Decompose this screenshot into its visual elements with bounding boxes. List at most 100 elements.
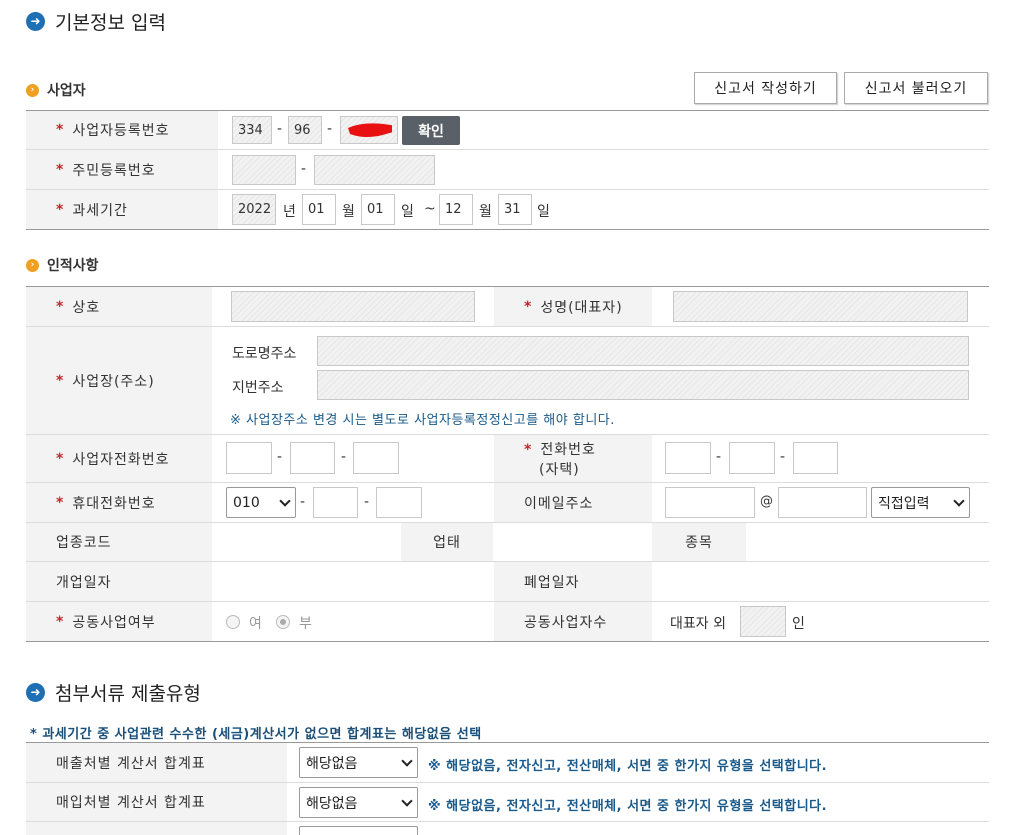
- dash: -: [716, 449, 722, 465]
- road-address-input[interactable]: [317, 336, 969, 366]
- required-mark: *: [56, 122, 65, 138]
- tax-period-label-text: 과세기간: [72, 202, 128, 219]
- sales-summary-value: 해당없음: [306, 755, 358, 772]
- arrow-right-icon: ➜: [26, 12, 45, 31]
- home-phone-label-text2: (자택): [539, 461, 580, 478]
- email-domain-input[interactable]: [778, 487, 867, 518]
- address-notice: ※ 사업장주소 변경 시는 별도로 사업자등록정정신고를 해야 합니다.: [230, 413, 615, 428]
- resident-no-part1[interactable]: [232, 155, 296, 185]
- day-unit: 일: [401, 204, 414, 220]
- biz-phone-part3[interactable]: [353, 442, 399, 474]
- required-mark: *: [524, 298, 533, 315]
- table-bottom-line: [26, 641, 989, 642]
- bullet-icon: ›: [26, 83, 39, 97]
- industry-code-label: 업종코드: [26, 523, 212, 561]
- joint-no-label: 부: [299, 616, 312, 632]
- confirm-button[interactable]: 확인: [402, 116, 460, 145]
- start-month-input[interactable]: 01: [302, 194, 336, 225]
- joint-count-label: 공동사업자수: [494, 602, 652, 641]
- required-mark: *: [56, 494, 65, 511]
- reg-no-part1[interactable]: 334: [232, 116, 272, 144]
- road-address-label: 도로명주소: [232, 346, 297, 362]
- email-id-input[interactable]: [665, 487, 755, 518]
- home-phone-part1[interactable]: [665, 442, 711, 474]
- dash: -: [364, 494, 370, 510]
- sales-summary-hint: ※ 해당없음, 전자신고, 전산매체, 서면 중 한가지 유형을 선택합니다.: [428, 759, 828, 774]
- email-label: 이메일주소: [494, 483, 652, 522]
- next-row-select[interactable]: [299, 826, 418, 835]
- section-attach: ➜ 첨부서류 제출유형: [26, 679, 201, 706]
- required-mark: *: [56, 450, 65, 467]
- biz-phone-label-text: 사업자전화번호: [72, 451, 170, 468]
- person-unit: 인: [792, 616, 805, 632]
- joint-yes-radio[interactable]: [226, 615, 240, 629]
- page-title: ➜ 기본정보 입력: [26, 8, 166, 35]
- mobile-part2[interactable]: [313, 487, 358, 518]
- dash: -: [277, 449, 283, 465]
- next-row-label: [26, 822, 287, 835]
- write-report-button[interactable]: 신고서 작성하기: [694, 72, 837, 104]
- rep-name-label-text: 성명(대표자): [540, 299, 623, 316]
- start-day-input[interactable]: 01: [361, 194, 395, 225]
- home-phone-part2[interactable]: [729, 442, 775, 474]
- chevron-down-icon: [953, 494, 965, 507]
- biz-type-label: 업태: [401, 523, 493, 561]
- company-name-label: * 상호: [26, 287, 212, 326]
- joint-count-input[interactable]: [740, 606, 786, 637]
- mobile-label: * 휴대전화번호: [26, 483, 212, 522]
- email-domain-select[interactable]: 직접입력: [871, 487, 970, 518]
- end-day-input[interactable]: 31: [498, 194, 532, 225]
- joint-business-label-text: 공동사업여부: [72, 614, 156, 631]
- at-sign: @: [760, 494, 773, 509]
- biz-phone-part2[interactable]: [290, 442, 335, 474]
- section-business-title: 사업자: [47, 83, 86, 99]
- purchase-summary-value: 해당없음: [306, 795, 358, 812]
- dash: -: [301, 161, 307, 177]
- redaction-scribble: [348, 123, 392, 137]
- reg-no-label-text: 사업자등록번호: [72, 123, 170, 139]
- reg-no-part2[interactable]: 96: [288, 116, 322, 144]
- home-phone-label-text1: 전화번호: [540, 441, 596, 458]
- sales-summary-select[interactable]: 해당없음: [299, 747, 418, 778]
- joint-no-radio[interactable]: [276, 615, 290, 629]
- home-phone-label: * 전화번호 (자택): [494, 435, 652, 482]
- required-mark: *: [56, 372, 65, 389]
- home-phone-part3[interactable]: [793, 442, 838, 474]
- address-label: * 사업장(주소): [26, 327, 212, 434]
- resident-no-label-text: 주민등록번호: [72, 162, 156, 179]
- section-business: › 사업자: [26, 80, 86, 100]
- load-report-button[interactable]: 신고서 불러오기: [844, 72, 988, 104]
- item-label: 종목: [652, 523, 746, 561]
- dash: -: [300, 494, 306, 510]
- lot-address-input[interactable]: [317, 370, 969, 400]
- open-date-label: 개업일자: [26, 562, 212, 601]
- biz-phone-part1[interactable]: [226, 442, 272, 474]
- purchase-summary-select[interactable]: 해당없음: [299, 787, 418, 818]
- tax-year-input[interactable]: 2022: [232, 194, 276, 225]
- close-date-label: 폐업일자: [494, 562, 652, 601]
- required-mark: *: [56, 201, 65, 218]
- required-mark: *: [524, 441, 533, 458]
- purchase-summary-hint: ※ 해당없음, 전자신고, 전산매체, 서면 중 한가지 유형을 선택합니다.: [428, 799, 828, 814]
- table-bottom-line: [26, 229, 989, 230]
- required-mark: *: [56, 613, 65, 630]
- rep-name-input[interactable]: [673, 291, 968, 322]
- section-personal-title: 인적사항: [47, 258, 99, 274]
- dash: -: [277, 121, 283, 137]
- sales-summary-label: 매출처별 계산서 합계표: [26, 743, 287, 782]
- mobile-prefix-select[interactable]: 010: [226, 487, 296, 518]
- purchase-summary-label: 매입처별 계산서 합계표: [26, 783, 287, 821]
- company-name-input[interactable]: [231, 291, 475, 322]
- mobile-prefix-value: 010: [233, 494, 260, 511]
- dash: -: [780, 449, 786, 465]
- tax-period-label: * 과세기간: [26, 190, 218, 229]
- required-mark: *: [56, 161, 65, 178]
- reg-no-part3[interactable]: [340, 116, 398, 144]
- mobile-label-text: 휴대전화번호: [72, 495, 156, 512]
- end-month-input[interactable]: 12: [439, 194, 473, 225]
- resident-no-part2[interactable]: [314, 155, 435, 185]
- email-domain-value: 직접입력: [878, 495, 930, 512]
- chevron-down-icon: [279, 494, 291, 507]
- resident-no-label: * 주민등록번호: [26, 150, 218, 189]
- mobile-part3[interactable]: [376, 487, 422, 518]
